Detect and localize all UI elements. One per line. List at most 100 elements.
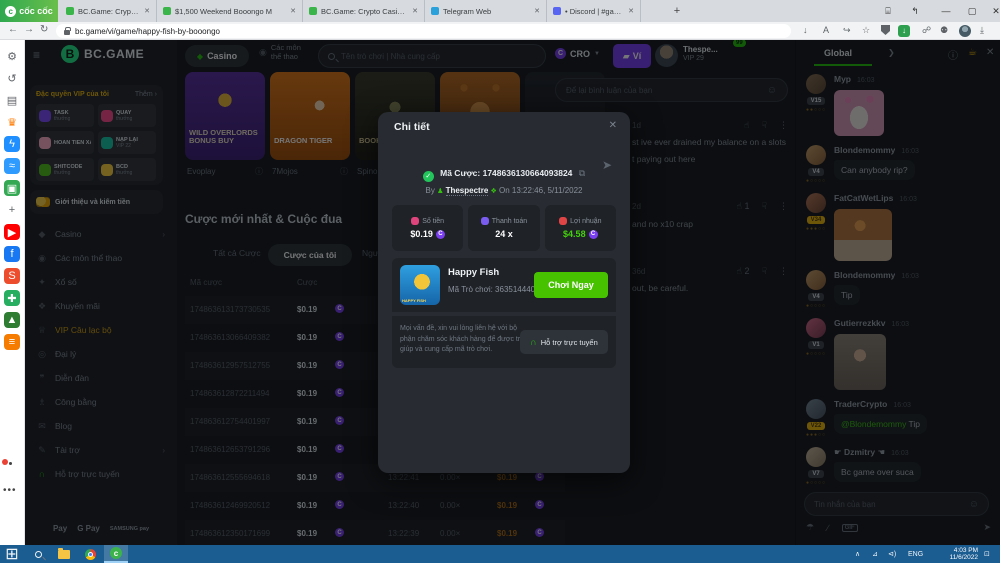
tab-favicon <box>553 7 561 15</box>
headset-icon: ∩ <box>530 337 537 347</box>
url-text: bc.game/vi/game/happy-fish-by-booongo <box>75 27 220 36</box>
coccoc-side-toolbar: ⚙ ↺ ▤ ♛ ϟ ≈ ▣ + ▶ f S ✚ <box>0 40 25 545</box>
language-indicator[interactable]: ENG <box>908 545 923 563</box>
cart-icon[interactable]: ≡ <box>4 334 20 350</box>
back-icon[interactable]: ← <box>8 24 18 35</box>
save-page-icon[interactable]: ↓ <box>803 25 808 35</box>
translate-icon[interactable]: A <box>823 25 829 35</box>
browser-avatar[interactable] <box>959 25 971 37</box>
stat-icon <box>411 217 419 225</box>
browser-addressbar: ← → ↻ bc.game/vi/game/happy-fish-by-booo… <box>0 22 1000 40</box>
bet-author-link[interactable]: Thespectre <box>446 186 489 196</box>
bookmark-star-icon[interactable]: ☆ <box>862 25 870 36</box>
forward-icon[interactable]: → <box>24 24 34 35</box>
rewards-icon[interactable]: ♛ <box>4 114 20 130</box>
add-icon[interactable]: + <box>4 202 20 218</box>
modal-title: Chi tiết <box>394 121 430 133</box>
tab-restore-icon[interactable]: ↰ <box>903 0 927 22</box>
lock-icon <box>64 30 70 35</box>
brand-label: cốc cốc <box>19 6 53 16</box>
verified-check-icon: ✓ <box>423 171 434 182</box>
start-button[interactable]: ⊞ <box>0 545 24 563</box>
bet-by-row: By ♟ Thespectre ❖ On 13:22:46, 5/11/2022 <box>378 186 630 195</box>
new-tab-button[interactable]: + <box>670 4 684 18</box>
support-note-card: Mọi vấn đề, xin vui lòng liên hệ với bộ … <box>392 316 616 368</box>
bet-timestamp: 13:22:46, 5/11/2022 <box>512 186 583 195</box>
more-icon[interactable]: ••• <box>3 485 17 496</box>
game-thumbnail[interactable]: HAPPY FISH <box>400 265 440 305</box>
tab-title: $1,500 Weekend Booongo M <box>175 7 286 16</box>
history-icon[interactable]: ↺ <box>4 70 20 86</box>
tab-title: BC.Game: Crypto Casino Gan <box>321 7 408 16</box>
cro-coin-icon: C <box>589 230 598 239</box>
tab-favicon <box>163 7 171 15</box>
stat-box: Thanh toán 24 x C <box>468 205 539 251</box>
tab-close-icon[interactable]: ✕ <box>144 7 150 15</box>
player-icon: ♟ <box>437 188 443 195</box>
stat-icon <box>481 217 489 225</box>
stat-value: $4.58 <box>563 229 586 239</box>
browser-tabstrip: c cốc cốc BC.Game: Crypto Casino Gan ✕ $… <box>0 0 1000 22</box>
promo-icon[interactable]: ▲ <box>4 312 20 328</box>
file-explorer-icon[interactable] <box>52 545 76 563</box>
browser-tab[interactable]: $1,500 Weekend Booongo M ✕ <box>157 0 303 22</box>
profile-badge-icon[interactable]: ⚉ <box>940 25 948 36</box>
browser-tab[interactable]: BC.Game: Crypto Casino Gan ✕ <box>303 0 425 22</box>
youtube-icon[interactable]: ▶ <box>4 224 20 240</box>
taskbar-clock[interactable]: 4:03 PM 11/6/2022 <box>950 547 978 561</box>
taskbar-search-icon[interactable] <box>26 545 50 563</box>
stat-box: Lợi nhuận $4.58 C <box>545 205 616 251</box>
play-now-button[interactable]: Chơi Ngay <box>534 272 608 298</box>
facebook-icon[interactable]: f <box>4 246 20 262</box>
game-info-card: HAPPY FISH Happy Fish Mã Trò chơi: 36351… <box>392 258 616 312</box>
copy-icon[interactable]: ⧉ <box>579 168 585 178</box>
bet-id-row: ✓ Mã Cược: 1748636130664093824 ⧉ <box>378 168 630 182</box>
tab-close-icon[interactable]: ✕ <box>412 7 418 15</box>
volume-icon[interactable]: ⊲) <box>888 545 896 563</box>
browser-tab[interactable]: • Discord | #games | BC G ✕ <box>547 0 641 22</box>
close-window-button[interactable]: ✕ <box>984 0 1000 22</box>
minimize-button[interactable]: — <box>934 0 958 22</box>
badge-icon: ❖ <box>491 188 497 195</box>
maximize-button[interactable]: ▢ <box>960 0 984 22</box>
stat-box: Số tiền $0.19 C <box>392 205 463 251</box>
browser-tab[interactable]: Telegram Web ✕ <box>425 0 547 22</box>
stat-value: 24 x <box>495 229 513 239</box>
share-icon[interactable]: ↪ <box>843 25 851 36</box>
settings-icon[interactable]: ⚙ <box>4 48 20 64</box>
live-support-button[interactable]: ∩ Hỗ trợ trực tuyến <box>520 330 608 354</box>
tab-title: BC.Game: Crypto Casino Gan <box>78 7 140 16</box>
tray-expand-icon[interactable]: ∧ <box>855 545 860 563</box>
game-title: Happy Fish <box>448 267 499 278</box>
tab-close-icon[interactable]: ✕ <box>534 7 540 15</box>
gift-icon[interactable]: ✚ <box>4 290 20 306</box>
browser-tab[interactable]: BC.Game: Crypto Casino Gan ✕ <box>60 0 157 22</box>
downloads-icon[interactable]: ⤓ <box>980 25 984 36</box>
windows-taskbar: ⊞ c ∧ ⊿ ⊲) ENG 4:03 PM 11/6/2022 ⊡ <box>0 545 1000 563</box>
coccoc-brand[interactable]: c cốc cốc <box>0 0 58 22</box>
url-field[interactable]: bc.game/vi/game/happy-fish-by-booongo <box>56 24 791 38</box>
notification-center-icon[interactable]: ⊡ <box>984 545 990 563</box>
download-extension-icon[interactable]: ↓ <box>898 25 910 37</box>
bet-details-modal: Chi tiết ✕ ➤ ✓ Mã Cược: 1748636130664093… <box>378 112 630 473</box>
games-icon[interactable]: ▣ <box>4 180 20 196</box>
modal-bet-id: 1748636130664093824 <box>483 168 573 178</box>
reload-icon[interactable]: ↻ <box>40 24 48 35</box>
tab-close-icon[interactable]: ✕ <box>628 7 634 15</box>
stat-icon <box>559 217 567 225</box>
newsfeed-icon[interactable]: ▤ <box>4 92 20 108</box>
media-download-icon[interactable]: ≈ <box>4 158 20 174</box>
tab-search-icon[interactable]: ⌸ <box>876 0 900 22</box>
shopee-icon[interactable]: S <box>4 268 20 284</box>
modal-close-icon[interactable]: ✕ <box>609 120 617 131</box>
tab-favicon <box>309 7 317 15</box>
network-icon[interactable]: ⊿ <box>872 545 878 563</box>
tab-title: • Discord | #games | BC G <box>565 7 624 16</box>
coccoc-taskbar-icon[interactable]: c <box>104 545 128 563</box>
chrome-icon[interactable] <box>78 545 102 563</box>
extension-icon[interactable]: ☍ <box>922 25 931 36</box>
messenger-icon[interactable]: ϟ <box>4 136 20 152</box>
tab-title: Telegram Web <box>443 7 530 16</box>
shield-icon[interactable] <box>881 25 890 35</box>
tab-close-icon[interactable]: ✕ <box>290 7 296 15</box>
